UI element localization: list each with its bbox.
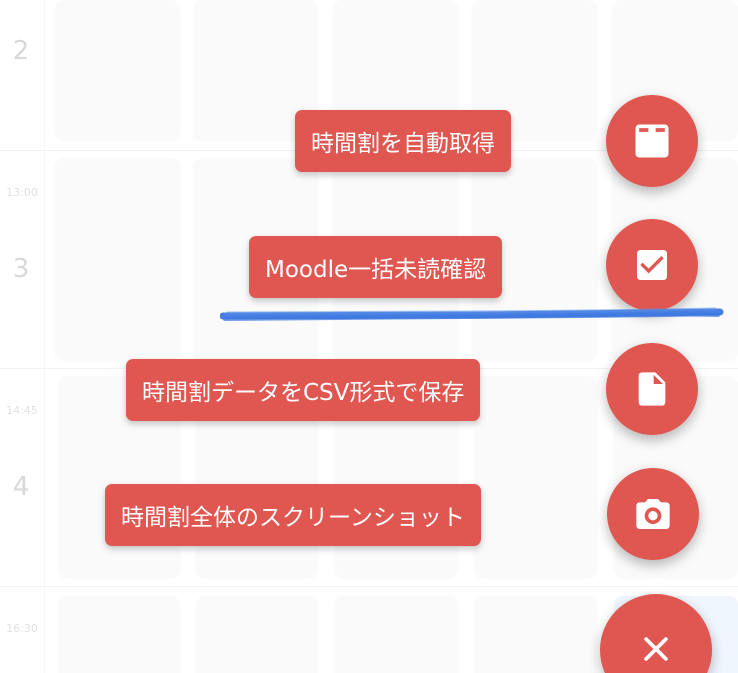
auto-fetch-timetable-label[interactable]: 時間割を自動取得 <box>295 110 511 172</box>
timetable-screenshot-button[interactable] <box>607 468 699 560</box>
download-icon <box>630 119 674 163</box>
camera-icon <box>633 494 673 534</box>
moodle-unread-check-label[interactable]: Moodle一括未読確認 <box>249 236 503 298</box>
checkbox-icon <box>632 245 672 285</box>
file-icon <box>632 369 672 409</box>
close-icon <box>639 632 673 666</box>
save-timetable-csv-label[interactable]: 時間割データをCSV形式で保存 <box>126 359 481 421</box>
timetable-screenshot-label[interactable]: 時間割全体のスクリーンショット <box>105 484 481 546</box>
app-screen: 2 13:00 3 14:45 4 16:30 時間割を自動取得 Moodle一… <box>0 0 738 673</box>
save-timetable-csv-button[interactable] <box>606 343 698 435</box>
annotation-underline <box>220 307 724 321</box>
moodle-unread-check-button[interactable] <box>606 219 698 311</box>
auto-fetch-timetable-button[interactable] <box>606 95 698 187</box>
